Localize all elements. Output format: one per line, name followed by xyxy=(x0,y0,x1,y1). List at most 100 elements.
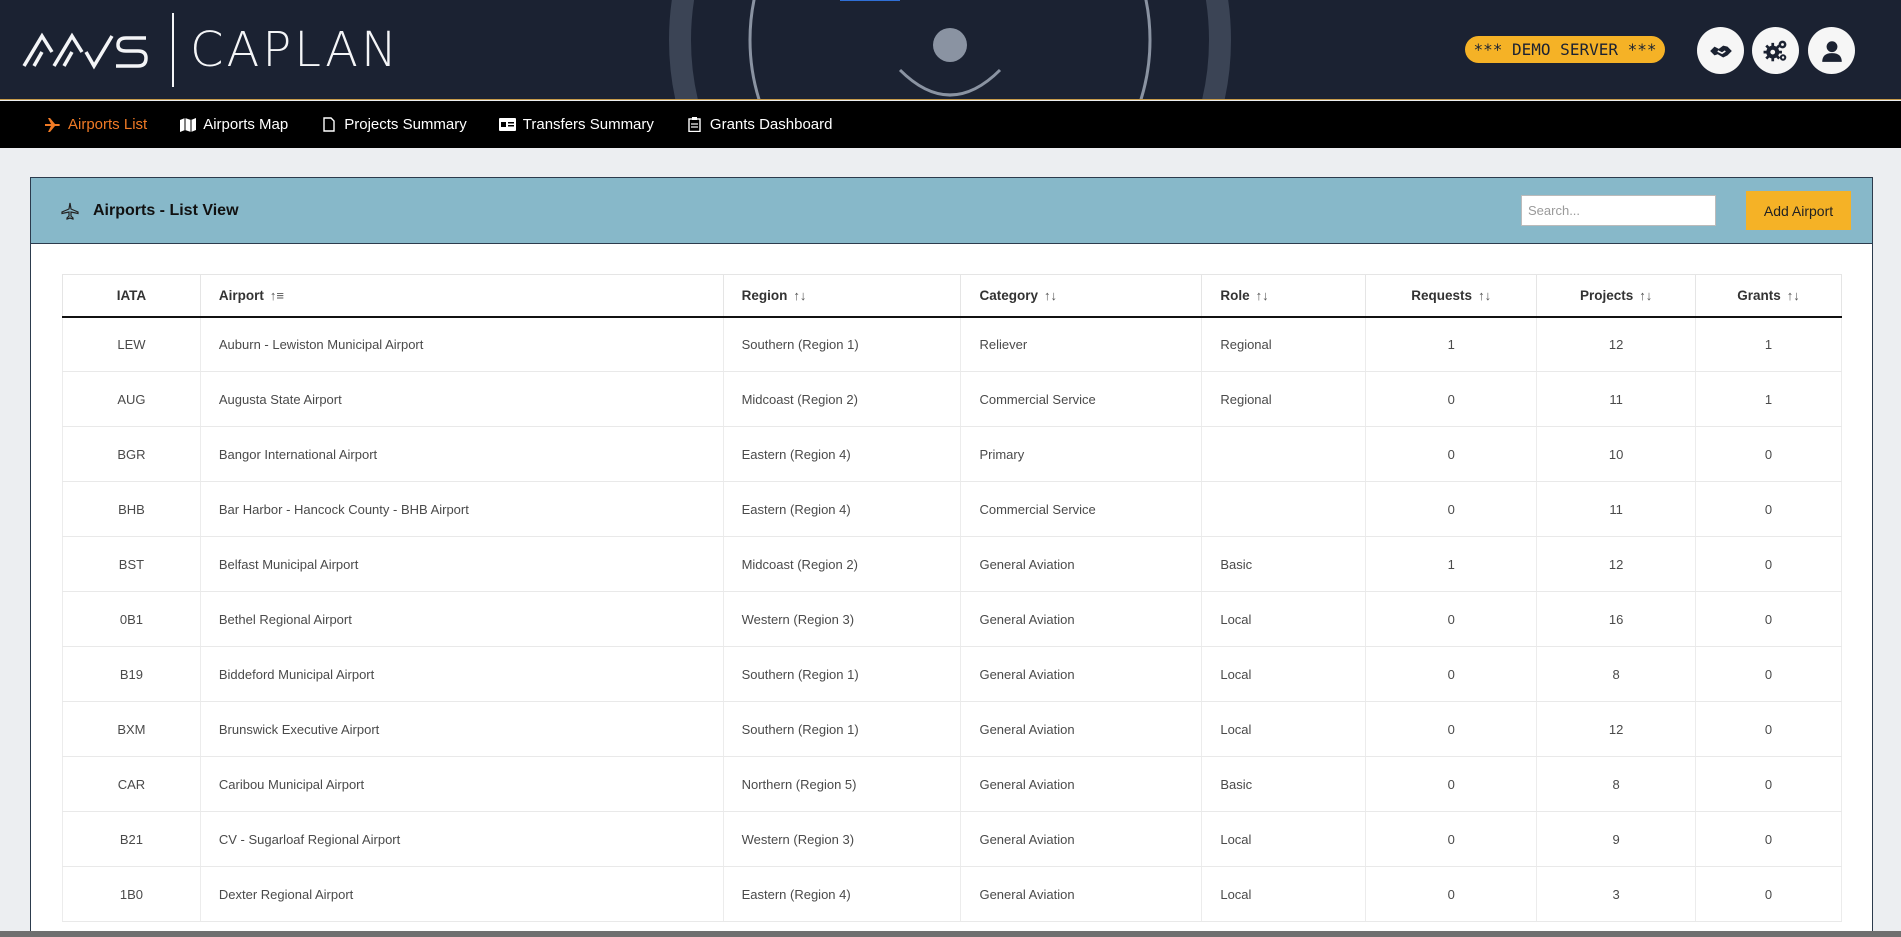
table-body: LEW Auburn - Lewiston Municipal Airport … xyxy=(62,316,1842,922)
cell-category: Primary xyxy=(960,426,1203,482)
cell-region: Eastern (Region 4) xyxy=(723,426,962,482)
gears-icon xyxy=(1763,40,1786,61)
nav-projects-summary[interactable]: Projects Summary xyxy=(320,116,467,133)
panel-title: Airports - List View xyxy=(93,201,239,219)
cell-category: General Aviation xyxy=(960,591,1203,647)
sort-icon[interactable]: ↑↓ xyxy=(1787,288,1800,303)
column-header-category[interactable]: Category ↑↓ xyxy=(960,274,1203,318)
cell-region: Midcoast (Region 2) xyxy=(723,536,962,592)
cell-requests: 0 xyxy=(1365,701,1538,757)
cell-projects: 8 xyxy=(1536,756,1697,812)
cell-iata: BST xyxy=(62,536,201,592)
column-header-iata: IATA xyxy=(62,274,201,318)
cell-projects: 16 xyxy=(1536,591,1697,647)
cell-grants: 1 xyxy=(1695,316,1842,372)
cell-projects: 12 xyxy=(1536,536,1697,592)
file-icon xyxy=(320,117,337,132)
cell-grants: 0 xyxy=(1695,426,1842,482)
nav-label: Airports Map xyxy=(203,116,289,133)
table-row[interactable]: B19 Biddeford Municipal Airport Southern… xyxy=(62,646,1842,702)
column-header-airport[interactable]: Airport ↑≡ xyxy=(200,274,724,318)
settings-button[interactable] xyxy=(1752,27,1799,74)
table-row[interactable]: BGR Bangor International Airport Eastern… xyxy=(62,426,1842,482)
airports-table: IATA Airport ↑≡ Region ↑↓ Category ↑↓ Role ↑… xyxy=(62,274,1842,922)
cell-grants: 1 xyxy=(1695,371,1842,427)
table-row[interactable]: 0B1 Bethel Regional Airport Western (Reg… xyxy=(62,591,1842,647)
cell-requests: 0 xyxy=(1365,371,1538,427)
cell-role: Regional xyxy=(1201,371,1367,427)
cell-role: Basic xyxy=(1201,756,1367,812)
cell-airport: Belfast Municipal Airport xyxy=(200,536,724,592)
sort-icon[interactable]: ↑↓ xyxy=(1478,288,1491,303)
cell-airport: Bar Harbor - Hancock County - BHB Airpor… xyxy=(200,481,724,537)
sort-filter-icon[interactable]: ↑≡ xyxy=(270,288,284,303)
cell-grants: 0 xyxy=(1695,866,1842,922)
cell-iata: BGR xyxy=(62,426,201,482)
table-row[interactable]: B21 CV - Sugarloaf Regional Airport West… xyxy=(62,811,1842,867)
cell-projects: 10 xyxy=(1536,426,1697,482)
compass-background-graphic xyxy=(669,0,1231,99)
cell-category: General Aviation xyxy=(960,756,1203,812)
cell-airport: Augusta State Airport xyxy=(200,371,724,427)
cell-airport: Biddeford Municipal Airport xyxy=(200,646,724,702)
main-nav: Airports List Airports Map Projects Summ… xyxy=(0,101,1901,148)
cell-requests: 1 xyxy=(1365,316,1538,372)
cell-grants: 0 xyxy=(1695,481,1842,537)
table-row[interactable]: LEW Auburn - Lewiston Municipal Airport … xyxy=(62,316,1842,372)
sort-icon[interactable]: ↑↓ xyxy=(1256,288,1269,303)
cell-category: General Aviation xyxy=(960,536,1203,592)
cell-iata: 1B0 xyxy=(62,866,201,922)
nav-label: Transfers Summary xyxy=(522,116,654,133)
cell-projects: 8 xyxy=(1536,646,1697,702)
table-header-row: IATA Airport ↑≡ Region ↑↓ Category ↑↓ Role ↑… xyxy=(62,274,1842,318)
sort-icon[interactable]: ↑↓ xyxy=(1639,288,1652,303)
cell-airport: Bethel Regional Airport xyxy=(200,591,724,647)
handshake-button[interactable] xyxy=(1697,27,1744,74)
user-profile-button[interactable] xyxy=(1808,27,1855,74)
plane-icon xyxy=(44,117,61,132)
table-row[interactable]: BST Belfast Municipal Airport Midcoast (… xyxy=(62,536,1842,592)
column-header-region[interactable]: Region ↑↓ xyxy=(723,274,962,318)
add-airport-button[interactable]: Add Airport xyxy=(1746,191,1851,230)
cell-region: Southern (Region 1) xyxy=(723,701,962,757)
cell-requests: 1 xyxy=(1365,536,1538,592)
cell-region: Eastern (Region 4) xyxy=(723,866,962,922)
app-logo[interactable]: CAPLAN xyxy=(22,12,400,88)
id-card-icon xyxy=(498,117,516,132)
cell-requests: 0 xyxy=(1365,866,1538,922)
column-header-projects[interactable]: Projects ↑↓ xyxy=(1536,274,1697,318)
cell-grants: 0 xyxy=(1695,701,1842,757)
search-input[interactable] xyxy=(1521,195,1716,226)
cell-region: Midcoast (Region 2) xyxy=(723,371,962,427)
cell-iata: 0B1 xyxy=(62,591,201,647)
cell-iata: CAR xyxy=(62,756,201,812)
table-row[interactable]: BXM Brunswick Executive Airport Southern… xyxy=(62,701,1842,757)
cell-role: Basic xyxy=(1201,536,1367,592)
table-row[interactable]: AUG Augusta State Airport Midcoast (Regi… xyxy=(62,371,1842,427)
cell-category: Commercial Service xyxy=(960,371,1203,427)
table-row[interactable]: CAR Caribou Municipal Airport Northern (… xyxy=(62,756,1842,812)
column-header-requests[interactable]: Requests ↑↓ xyxy=(1365,274,1538,318)
nav-transfers-summary[interactable]: Transfers Summary xyxy=(498,116,654,133)
map-icon xyxy=(179,117,196,132)
nav-airports-map[interactable]: Airports Map xyxy=(179,116,288,133)
cell-projects: 11 xyxy=(1536,481,1697,537)
cell-grants: 0 xyxy=(1695,811,1842,867)
demo-server-badge: *** DEMO SERVER *** xyxy=(1465,36,1665,63)
column-header-role[interactable]: Role ↑↓ xyxy=(1201,274,1367,318)
column-header-grants[interactable]: Grants ↑↓ xyxy=(1695,274,1842,318)
nav-airports-list[interactable]: Airports List xyxy=(44,116,147,133)
cell-grants: 0 xyxy=(1695,536,1842,592)
nav-grants-dashboard[interactable]: Grants Dashboard xyxy=(686,116,832,133)
table-row[interactable]: 1B0 Dexter Regional Airport Eastern (Reg… xyxy=(62,866,1842,922)
nav-label: Airports List xyxy=(68,116,148,133)
cell-grants: 0 xyxy=(1695,591,1842,647)
cell-airport: Caribou Municipal Airport xyxy=(200,756,724,812)
sort-icon[interactable]: ↑↓ xyxy=(793,288,806,303)
horizontal-scrollbar[interactable] xyxy=(0,931,1901,937)
sort-icon[interactable]: ↑↓ xyxy=(1044,288,1057,303)
cell-airport: Dexter Regional Airport xyxy=(200,866,724,922)
cell-requests: 0 xyxy=(1365,481,1538,537)
cell-role: Local xyxy=(1201,646,1367,702)
table-row[interactable]: BHB Bar Harbor - Hancock County - BHB Ai… xyxy=(62,481,1842,537)
